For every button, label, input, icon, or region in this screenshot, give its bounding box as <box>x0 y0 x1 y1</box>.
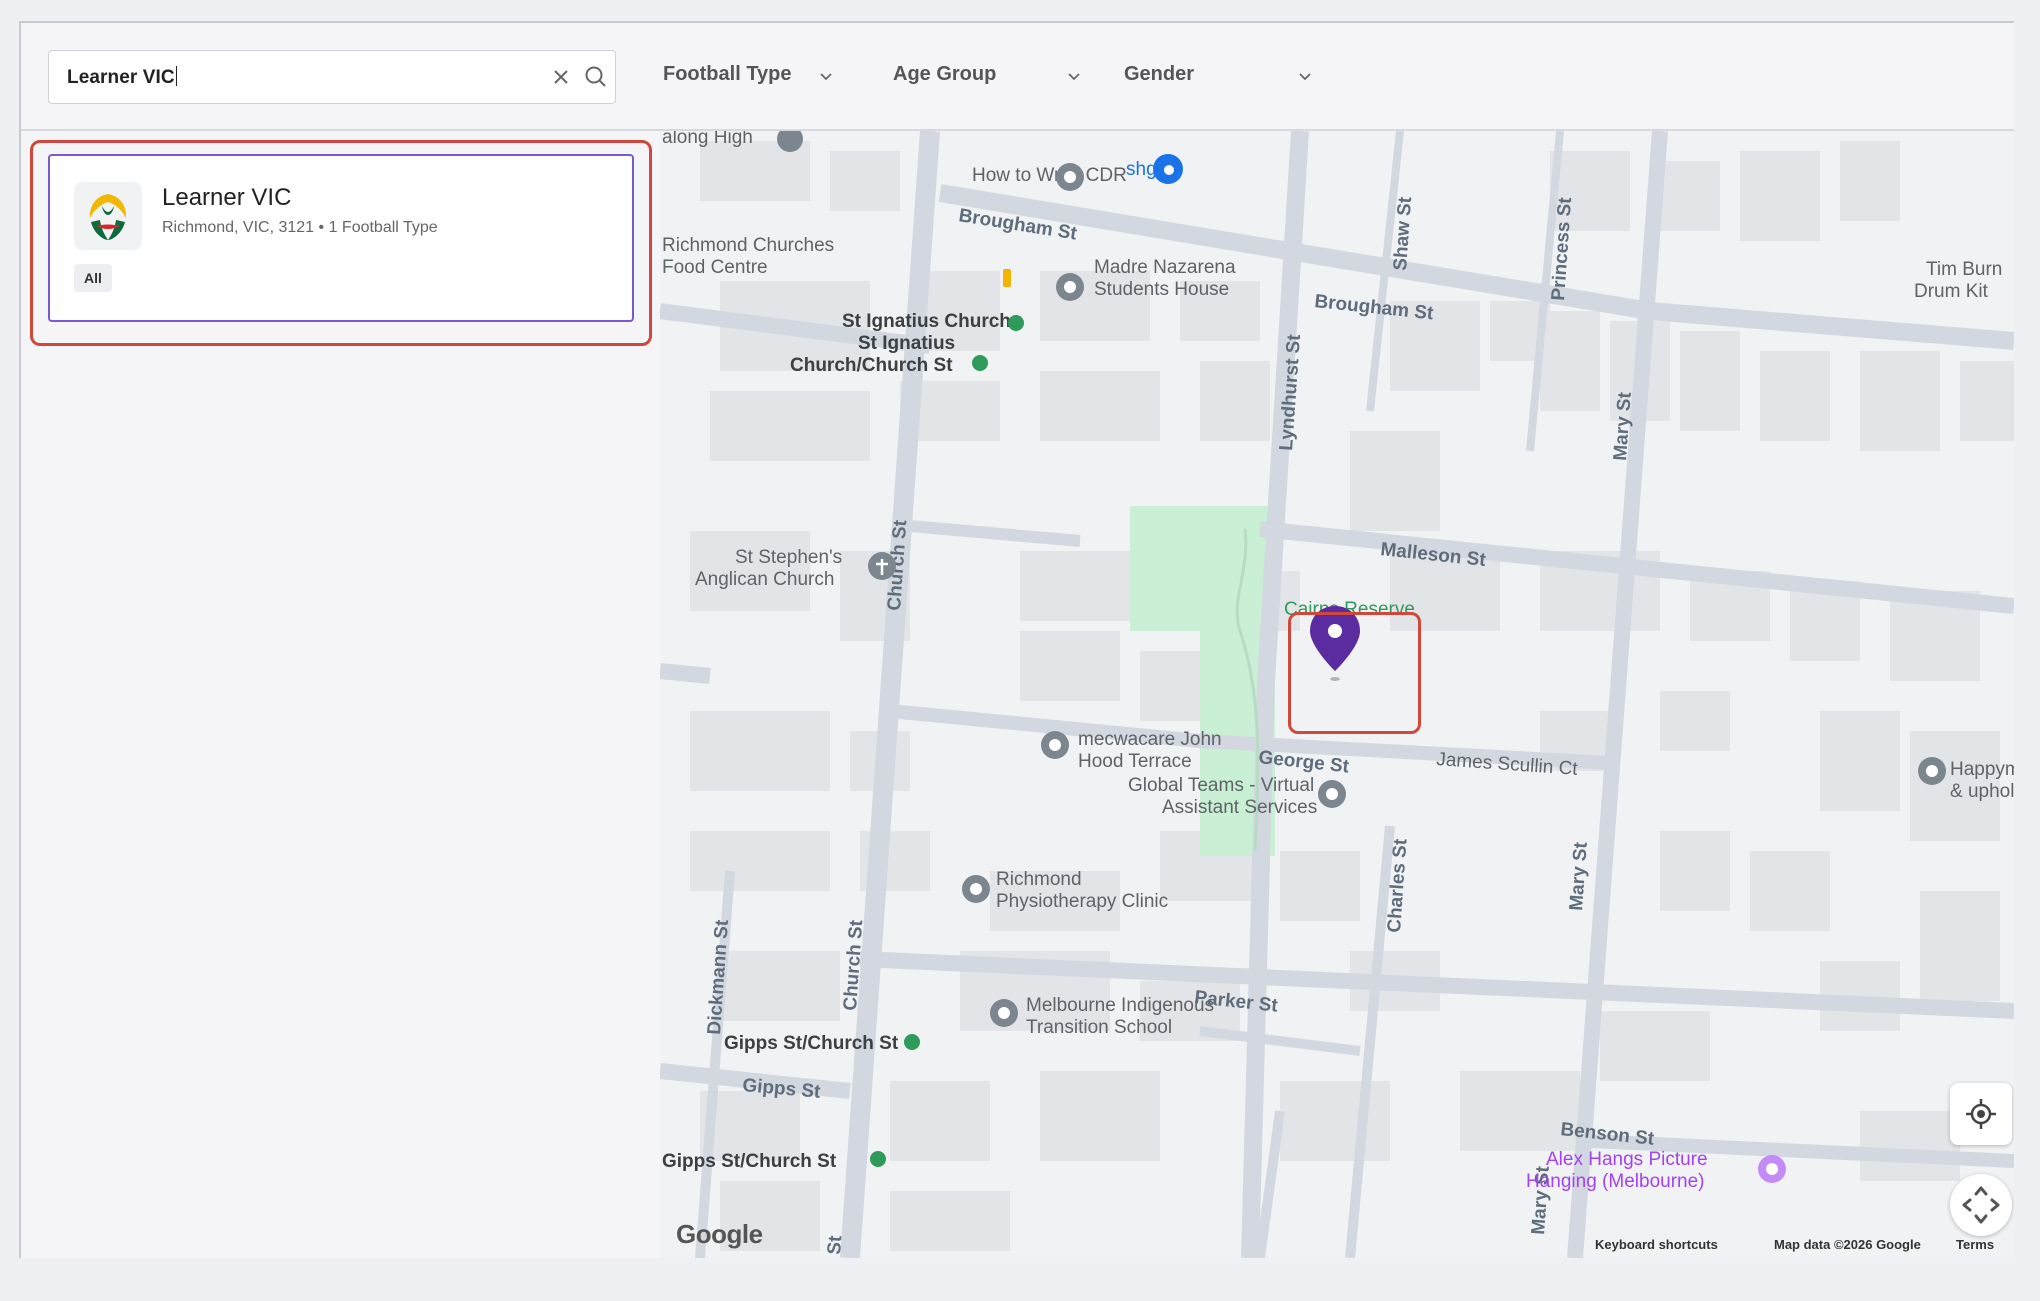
terms-link[interactable]: Terms <box>1956 1237 1994 1252</box>
tram-stop-icon <box>870 1151 886 1167</box>
club-address: Richmond, VIC, 3121 • 1 Football Type <box>162 219 438 236</box>
place-label: Hood Terrace <box>1078 751 1192 772</box>
place-label: Happym <box>1950 759 2014 780</box>
gender-dropdown[interactable]: Gender <box>1124 63 1314 93</box>
place-label: Transition School <box>1026 1017 1172 1038</box>
place-label: Anglican Church <box>695 569 834 590</box>
place-label: St Stephen's <box>735 547 842 568</box>
place-label: along High <box>662 131 753 148</box>
pin-highlight-box <box>1288 612 1421 734</box>
chevron-down-icon <box>1068 73 1080 81</box>
my-location-button[interactable] <box>1950 1083 2012 1145</box>
football-type-label: Football Type <box>663 63 792 85</box>
place-label: Madre Nazarena <box>1094 257 1236 278</box>
place-label: mecwacare John <box>1078 729 1222 750</box>
place-label: Drum Kit <box>1914 281 1989 302</box>
place-label: Students House <box>1094 279 1229 300</box>
close-icon[interactable] <box>549 65 573 89</box>
tram-stop-icon <box>1008 315 1024 331</box>
chevron-down-icon <box>1299 73 1311 81</box>
football-australia-logo <box>89 194 127 240</box>
place-label: How to Write CDR <box>972 165 1127 186</box>
traffic-light-icon <box>1003 269 1011 287</box>
place-label: Church/Church St <box>790 355 953 376</box>
search-input-value: Learner VIC <box>67 67 175 88</box>
map-pan-control[interactable] <box>1950 1174 2012 1236</box>
football-type-tag: All <box>74 264 112 292</box>
google-logo: Google <box>676 1219 763 1249</box>
place-label: Assistant Services <box>1162 797 1317 818</box>
tram-stop-icon <box>904 1034 920 1050</box>
club-name: Learner VIC <box>162 184 292 211</box>
place-label: Gipps St/Church St <box>662 1151 837 1172</box>
place-label: Global Teams - Virtual <box>1128 775 1314 796</box>
tram-stop-icon <box>972 355 988 371</box>
place-label: Gipps St/Church St <box>724 1033 899 1054</box>
map-view[interactable]: Brougham St Brougham St Malleson St Geor… <box>660 131 2014 1258</box>
place-label: & uphol <box>1950 781 2014 802</box>
place-label: Tim Burn <box>1926 259 2002 280</box>
place-label: St Ignatius <box>858 333 955 354</box>
gender-label: Gender <box>1124 63 1195 85</box>
text-caret <box>175 66 178 86</box>
app-frame: Learner VIC Football Type Age Group Gend… <box>19 21 2014 1258</box>
place-label: Hanging (Melbourne) <box>1526 1171 1705 1192</box>
club-result-card[interactable]: Learner VIC Richmond, VIC, 3121 • 1 Foot… <box>48 154 634 322</box>
age-group-label: Age Group <box>893 63 997 85</box>
chevron-down-icon <box>820 73 832 81</box>
filter-bar: Learner VIC Football Type Age Group Gend… <box>21 23 2014 131</box>
football-type-dropdown[interactable]: Football Type <box>663 63 843 93</box>
keyboard-shortcuts-link[interactable]: Keyboard shortcuts <box>1595 1237 1718 1252</box>
place-label: Richmond <box>996 869 1082 890</box>
place-label: Food Centre <box>662 257 768 278</box>
map-attribution: Map data ©2026 Google <box>1774 1237 1921 1252</box>
club-logo <box>74 182 142 250</box>
search-input[interactable]: Learner VIC <box>48 50 616 104</box>
place-label: Alex Hangs Picture <box>1546 1149 1708 1170</box>
pan-arrows-icon <box>1962 1186 2000 1224</box>
search-icon[interactable] <box>583 64 609 90</box>
street-label: St <box>824 1234 846 1255</box>
place-label: Melbourne Indigenous <box>1026 995 1214 1016</box>
place-label: St Ignatius Church <box>842 311 1011 332</box>
age-group-dropdown[interactable]: Age Group <box>893 63 1083 93</box>
place-label: Physiotherapy Clinic <box>996 891 1168 912</box>
place-label: Richmond Churches <box>662 235 834 256</box>
crosshair-icon <box>1966 1099 1996 1129</box>
